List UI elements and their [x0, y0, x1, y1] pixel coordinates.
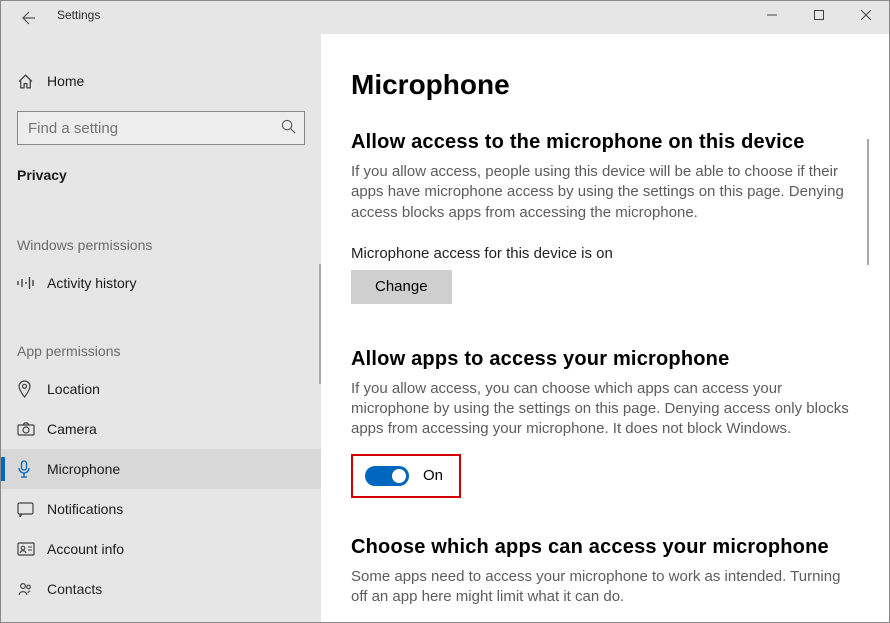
section-heading-choose-apps: Choose which apps can access your microp… — [351, 536, 859, 559]
window-controls — [748, 1, 889, 29]
toggle-knob — [392, 469, 406, 483]
sidebar-item-location[interactable]: Location — [1, 369, 321, 409]
apps-access-toggle-label: On — [423, 467, 443, 484]
sidebar-group-app-permissions: App permissions — [1, 343, 321, 359]
highlight-box: On — [351, 454, 461, 498]
sidebar-item-activity-history[interactable]: Activity history — [1, 263, 321, 303]
sidebar-section-current: Privacy — [1, 167, 321, 183]
nav-home-label: Home — [47, 73, 84, 89]
sidebar: Home Privacy Windows permissions Activit… — [1, 34, 321, 622]
sidebar-item-notifications[interactable]: Notifications — [1, 489, 321, 529]
page-title: Microphone — [351, 69, 859, 101]
back-button[interactable] — [1, 1, 57, 34]
section-heading-apps-access: Allow apps to access your microphone — [351, 348, 859, 371]
sidebar-item-label: Contacts — [47, 581, 102, 597]
sidebar-item-label: Account info — [47, 541, 124, 557]
section-desc-choose-apps: Some apps need to access your microphone… — [351, 567, 851, 608]
search-wrap — [1, 111, 321, 145]
account-info-icon — [17, 542, 47, 556]
activity-history-icon — [17, 276, 47, 290]
search-input[interactable] — [26, 119, 281, 138]
section-heading-device-access: Allow access to the microphone on this d… — [351, 131, 859, 154]
camera-icon — [17, 422, 47, 436]
change-button[interactable]: Change — [351, 270, 452, 304]
contacts-icon — [17, 581, 47, 597]
content-scrollbar[interactable] — [867, 139, 869, 265]
minimize-button[interactable] — [748, 1, 795, 29]
sidebar-item-microphone[interactable]: Microphone — [1, 449, 321, 489]
arrow-left-icon — [21, 10, 37, 26]
search-input-container[interactable] — [17, 111, 305, 145]
window-title: Settings — [57, 1, 100, 22]
home-icon — [17, 73, 47, 90]
apps-access-toggle[interactable] — [365, 466, 409, 486]
nav-home[interactable]: Home — [1, 59, 321, 103]
sidebar-item-label: Activity history — [47, 275, 136, 291]
sidebar-item-contacts[interactable]: Contacts — [1, 569, 321, 609]
sidebar-item-label: Microphone — [47, 461, 120, 477]
sidebar-item-camera[interactable]: Camera — [1, 409, 321, 449]
section-desc-device-access: If you allow access, people using this d… — [351, 162, 851, 223]
search-icon — [281, 119, 296, 137]
maximize-button[interactable] — [795, 1, 842, 29]
sidebar-group-windows-permissions: Windows permissions — [1, 237, 321, 253]
content-area: Microphone Allow access to the microphon… — [321, 34, 889, 622]
section-desc-apps-access: If you allow access, you can choose whic… — [351, 379, 851, 440]
close-button[interactable] — [842, 1, 889, 29]
device-access-status: Microphone access for this device is on — [351, 245, 859, 262]
sidebar-item-label: Location — [47, 381, 100, 397]
microphone-icon — [17, 460, 47, 478]
sidebar-item-account-info[interactable]: Account info — [1, 529, 321, 569]
notifications-icon — [17, 502, 47, 517]
location-icon — [17, 380, 47, 398]
sidebar-item-label: Camera — [47, 421, 97, 437]
titlebar[interactable]: Settings — [1, 1, 889, 34]
sidebar-item-label: Notifications — [47, 501, 123, 517]
